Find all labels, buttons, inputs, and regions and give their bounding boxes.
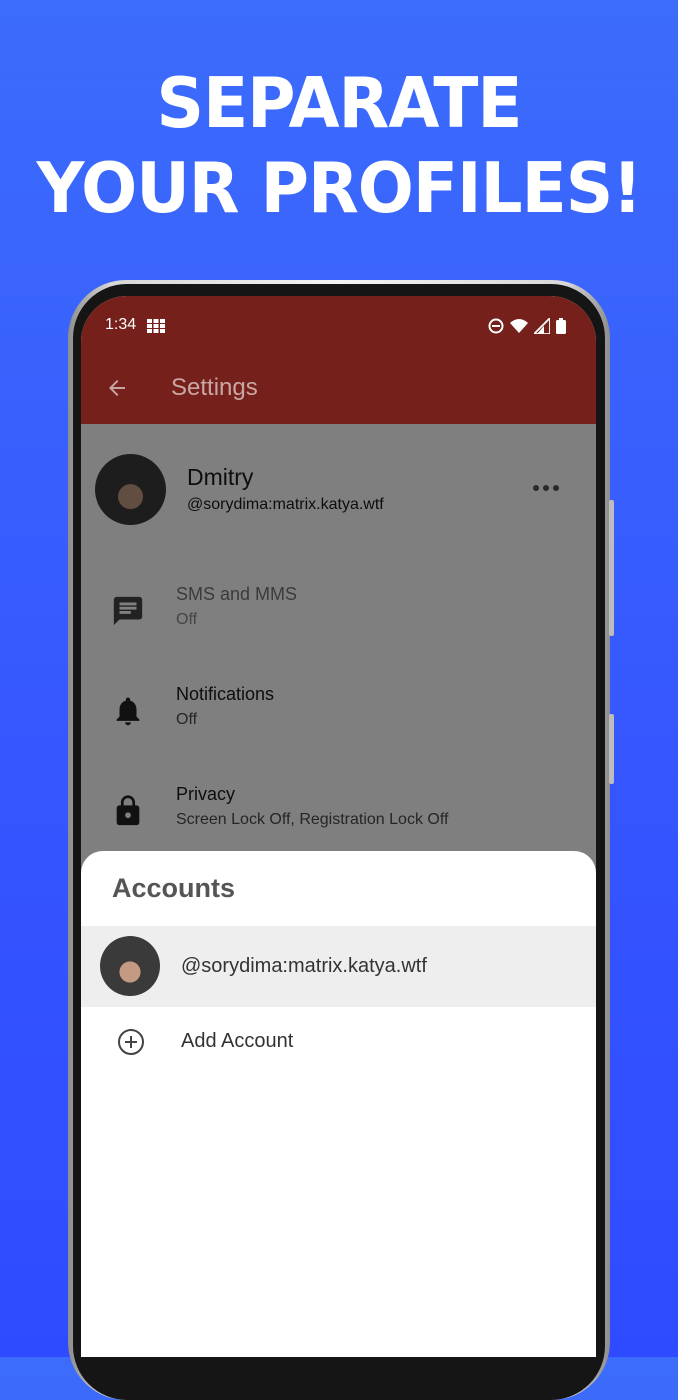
page-title: Settings <box>171 374 258 401</box>
wifi-icon <box>510 319 528 333</box>
arrow-back-icon[interactable] <box>105 376 129 400</box>
status-icons <box>488 316 566 336</box>
accounts-bottom-sheet: Accounts @sorydima:matrix.katya.wtf Add … <box>81 851 596 1357</box>
signal-icon <box>534 318 550 334</box>
sheet-title: Accounts <box>112 873 236 903</box>
phone-power-button <box>609 714 614 784</box>
account-item[interactable]: @sorydima:matrix.katya.wtf <box>81 926 596 1007</box>
promo-headline-line1: SEPARATE <box>156 63 523 144</box>
add-account-button[interactable]: Add Account <box>81 1007 596 1077</box>
status-time: 1:34 <box>105 316 137 333</box>
phone-screen: 1:34 Settings Dmitry @sory <box>81 296 596 1357</box>
promo-headline-line2: YOUR PROFILES! <box>36 148 643 229</box>
add-circle-icon <box>118 1029 144 1055</box>
avatar <box>100 936 160 996</box>
add-account-label: Add Account <box>181 1030 294 1052</box>
do-not-disturb-icon <box>488 318 504 334</box>
app-bar: 1:34 Settings <box>81 296 596 424</box>
grid-icon <box>147 319 165 333</box>
phone-volume-button <box>609 500 614 636</box>
battery-icon <box>556 318 566 334</box>
account-handle: @sorydima:matrix.katya.wtf <box>181 955 427 977</box>
